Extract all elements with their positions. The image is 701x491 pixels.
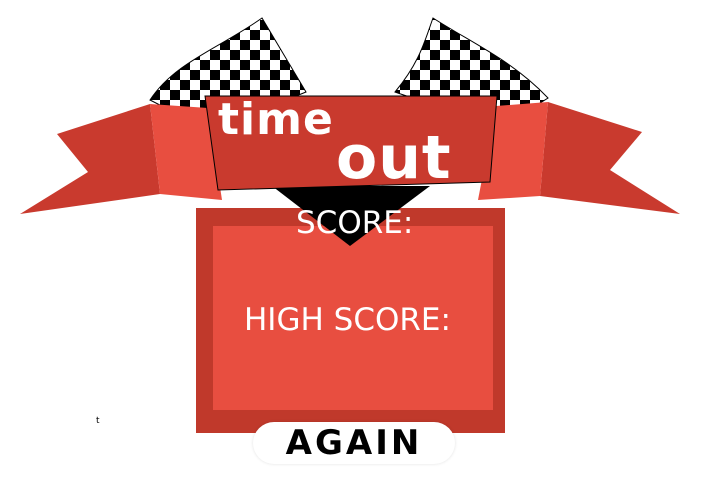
title-time: time [218, 94, 334, 145]
score-label: SCORE: [296, 205, 414, 241]
again-button[interactable]: AGAIN [253, 422, 455, 464]
stray-text: t [96, 416, 100, 426]
again-button-label: AGAIN [285, 423, 423, 463]
high-score-label: HIGH SCORE: [244, 302, 451, 338]
ribbon-right-icon [478, 102, 680, 214]
game-over-scene [20, 17, 680, 433]
ribbon-left-icon [20, 104, 222, 214]
title-out: out [336, 123, 452, 193]
